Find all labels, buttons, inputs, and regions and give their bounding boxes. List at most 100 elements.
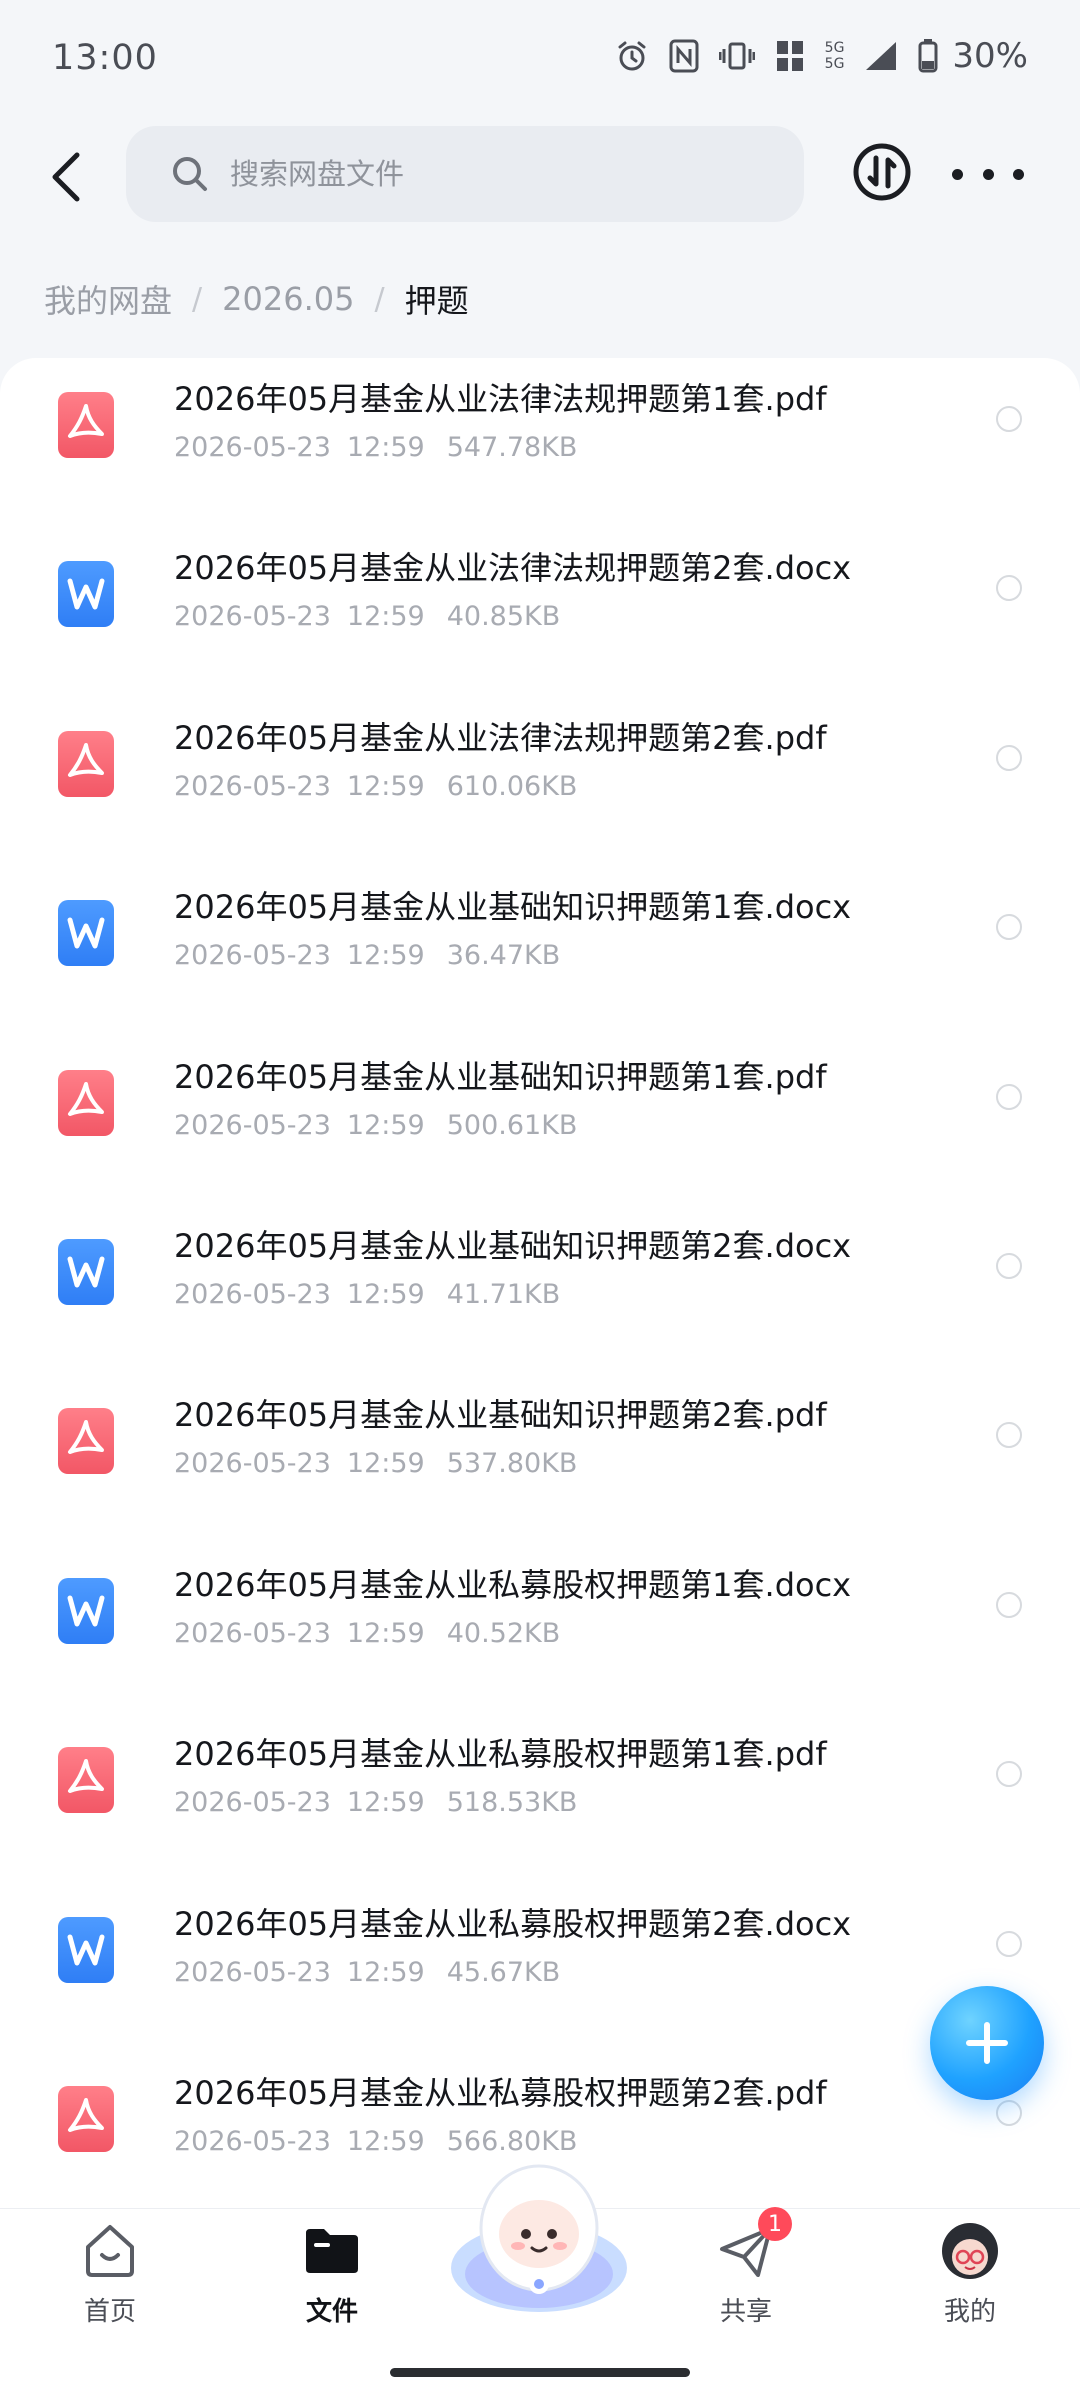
file-meta: 2026-05-23 12:59 40.85KB: [174, 601, 560, 632]
avatar-icon: [942, 2223, 998, 2279]
file-meta: 2026-05-23 12:59 518.53KB: [174, 1787, 577, 1818]
select-checkbox[interactable]: [996, 744, 1022, 771]
home-indicator: [390, 2368, 690, 2377]
file-time: 12:59: [346, 432, 425, 463]
file-meta: 2026-05-23 12:59 547.78KB: [174, 432, 577, 463]
file-meta: 2026-05-23 12:59 41.71KB: [174, 1279, 560, 1310]
file-row[interactable]: 2026年05月基金从业私募股权押题第1套.pdf 2026-05-23 12:59…: [0, 1715, 1080, 1884]
file-meta: 2026-05-23 12:59 45.67KB: [174, 1957, 560, 1988]
tab-me-label: 我的: [943, 2297, 996, 2327]
tab-share[interactable]: 1 共享: [676, 2207, 816, 2349]
file-row[interactable]: 2026年05月基金从业法律法规押题第2套.pdf 2026-05-23 12:59…: [0, 699, 1080, 868]
file-row[interactable]: 2026年05月基金从业基础知识押题第2套.pdf 2026-05-23 12:59…: [0, 1376, 1080, 1545]
file-size: 610.06KB: [446, 770, 578, 802]
file-date: 2026-05-23: [174, 2126, 331, 2157]
add-button[interactable]: [930, 1986, 1044, 2100]
file-date: 2026-05-23: [174, 1956, 331, 1988]
file-name: 2026年05月基金从业基础知识押题第1套.pdf: [174, 1057, 827, 1096]
tab-files-label: 文件: [305, 2297, 358, 2327]
hd-icon: [776, 41, 803, 71]
battery-icon: [918, 39, 938, 73]
select-checkbox[interactable]: [996, 914, 1022, 941]
file-date: 2026-05-23: [174, 770, 331, 802]
file-time: 12:59: [346, 1956, 425, 1988]
file-size: 36.47KB: [446, 940, 561, 972]
file-name: 2026年05月基金从业法律法规押题第2套.docx: [174, 549, 852, 588]
file-time: 12:59: [346, 1617, 425, 1649]
breadcrumb-separator: /: [374, 281, 385, 317]
file-date: 2026-05-23: [174, 940, 331, 972]
file-time: 12:59: [346, 1448, 425, 1480]
file-row[interactable]: 2026年05月基金从业私募股权押题第1套.docx 2026-05-23 12:5…: [0, 1546, 1080, 1715]
search-icon: [173, 157, 207, 191]
header: [0, 120, 1080, 235]
more-menu-button[interactable]: [952, 142, 1024, 206]
file-size: 41.71KB: [446, 1279, 561, 1310]
tab-share-label: 共享: [719, 2297, 772, 2327]
file-row[interactable]: 2026年05月基金从业私募股权押题第2套.docx 2026-05-23 12:5…: [0, 1885, 1080, 2054]
pdf-file-icon: [58, 2086, 114, 2152]
file-meta: 2026-05-23 12:59 610.06KB: [174, 771, 577, 802]
back-button[interactable]: [30, 142, 100, 212]
select-checkbox[interactable]: [996, 2100, 1022, 2126]
select-checkbox[interactable]: [996, 1253, 1022, 1279]
file-date: 2026-05-23: [174, 1448, 331, 1480]
select-checkbox[interactable]: [996, 1083, 1022, 1110]
file-row[interactable]: 2026年05月基金从业法律法规押题第1套.pdf 2026-05-23 12:59…: [0, 360, 1080, 529]
file-meta: 2026-05-23 12:59 40.52KB: [174, 1618, 560, 1649]
file-date: 2026-05-23: [174, 1109, 331, 1141]
home-icon: [86, 2225, 134, 2277]
file-size: 45.67KB: [446, 1956, 561, 1988]
pdf-file-icon: [58, 730, 114, 797]
breadcrumb-folder[interactable]: 2026.05: [222, 280, 354, 318]
file-row[interactable]: 2026年05月基金从业基础知识押题第2套.docx 2026-05-23 12:5…: [0, 1207, 1080, 1376]
file-name: 2026年05月基金从业私募股权押题第2套.docx: [174, 1904, 852, 1943]
status-bar: 13:00 5G 5G 30%: [0, 0, 1080, 120]
status-icons: 5G 5G 30%: [615, 36, 1028, 76]
word-file-icon: [58, 561, 114, 628]
file-date: 2026-05-23: [174, 1279, 331, 1310]
select-checkbox[interactable]: [996, 1761, 1022, 1788]
tab-home[interactable]: 首页: [40, 2219, 180, 2349]
file-time: 12:59: [346, 1109, 425, 1141]
folder-icon: [306, 2229, 358, 2273]
nfc-icon: [669, 39, 699, 73]
more-dot-icon: [1013, 168, 1024, 180]
search-input[interactable]: [228, 156, 792, 192]
select-checkbox[interactable]: [996, 1591, 1022, 1618]
more-dot-icon: [952, 168, 963, 180]
file-name: 2026年05月基金从业基础知识押题第2套.docx: [174, 1227, 852, 1265]
file-size: 537.80KB: [446, 1448, 578, 1480]
file-time: 12:59: [346, 770, 425, 802]
mascot-icon[interactable]: [446, 2150, 632, 2320]
breadcrumb: 我的网盘 / 2026.05 / 押题: [44, 276, 469, 322]
tab-me[interactable]: 我的: [900, 2219, 1040, 2349]
file-name: 2026年05月基金从业基础知识押题第1套.docx: [174, 888, 852, 927]
file-time: 12:59: [346, 1787, 425, 1819]
file-name: 2026年05月基金从业私募股权押题第2套.pdf: [174, 2074, 827, 2112]
breadcrumb-root[interactable]: 我的网盘: [44, 276, 172, 322]
screen: 13:00 5G 5G 30% 搜索网盘文件 我的网盘 / 2026.05 / …: [0, 0, 1080, 2401]
file-time: 12:59: [346, 601, 425, 633]
word-file-icon: [58, 1916, 114, 1983]
select-checkbox[interactable]: [996, 1930, 1022, 1957]
share-icon-wrap: 1: [714, 2207, 792, 2283]
select-checkbox[interactable]: [996, 1422, 1022, 1449]
status-time: 13:00: [52, 38, 158, 78]
tab-files[interactable]: 文件: [262, 2219, 402, 2349]
file-size: 518.53KB: [446, 1787, 578, 1819]
transfer-list-icon[interactable]: [850, 140, 914, 204]
file-row[interactable]: 2026年05月基金从业法律法规押题第2套.docx 2026-05-23 12:5…: [0, 529, 1080, 698]
file-row[interactable]: 2026年05月基金从业基础知识押题第1套.pdf 2026-05-23 12:59…: [0, 1038, 1080, 1207]
file-row[interactable]: 2026年05月基金从业基础知识押题第1套.docx 2026-05-23 12:5…: [0, 868, 1080, 1037]
breadcrumb-separator: /: [192, 281, 203, 317]
file-date: 2026-05-23: [174, 1617, 331, 1649]
select-checkbox[interactable]: [996, 575, 1022, 602]
file-meta: 2026-05-23 12:59 537.80KB: [174, 1448, 577, 1479]
chevron-left-icon: [52, 152, 80, 202]
file-list: 2026年05月基金从业法律法规押题第1套.pdf 2026-05-23 12:59…: [0, 358, 1080, 2208]
file-name: 2026年05月基金从业法律法规押题第2套.pdf: [174, 718, 827, 757]
search-bar[interactable]: [126, 126, 804, 222]
word-file-icon: [58, 900, 114, 967]
select-checkbox[interactable]: [996, 406, 1022, 432]
